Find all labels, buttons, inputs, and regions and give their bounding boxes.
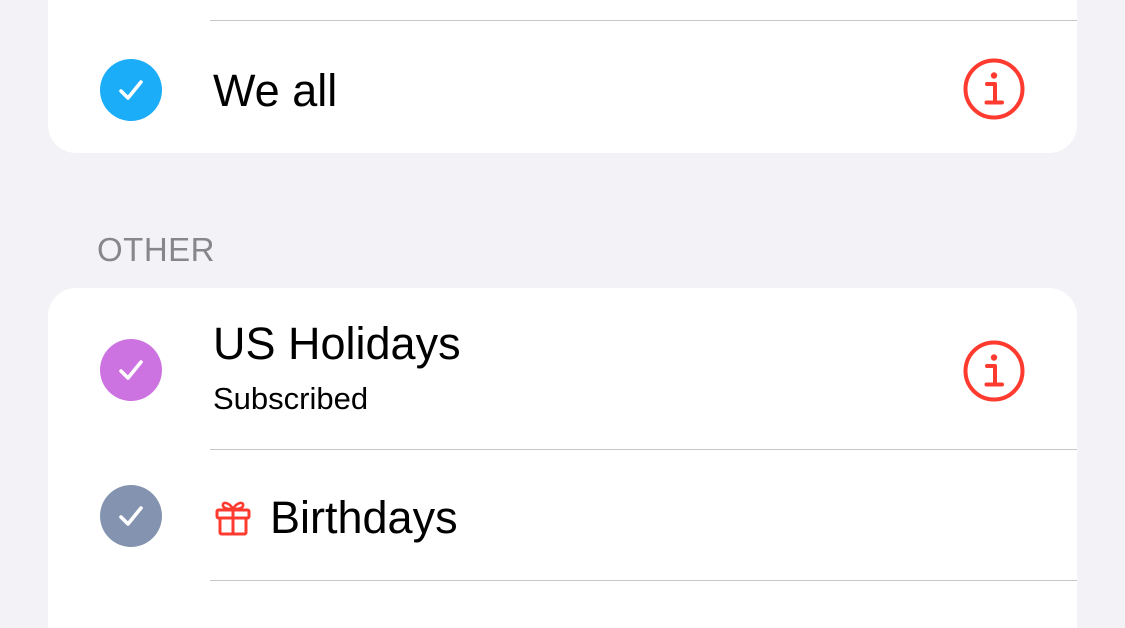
checkmark-icon[interactable] (100, 339, 162, 401)
calendar-group-card: We all (48, 0, 1077, 153)
calendar-name: We all (213, 65, 338, 116)
checkmark-icon[interactable] (100, 485, 162, 547)
section-header-other: OTHER (97, 231, 215, 268)
info-circle-icon[interactable] (962, 57, 1026, 121)
calendar-name: Birthdays (270, 492, 458, 543)
calendar-group-card: US Holidays Subscribed Birthdays (48, 288, 1077, 628)
gift-icon (215, 501, 251, 536)
row-separator (210, 20, 1077, 21)
row-separator (210, 449, 1077, 450)
calendar-subtitle: Subscribed (213, 381, 369, 416)
info-circle-icon[interactable] (962, 339, 1026, 403)
row-separator (210, 580, 1077, 581)
checkmark-icon[interactable] (100, 59, 162, 121)
calendar-name: US Holidays (213, 318, 461, 369)
